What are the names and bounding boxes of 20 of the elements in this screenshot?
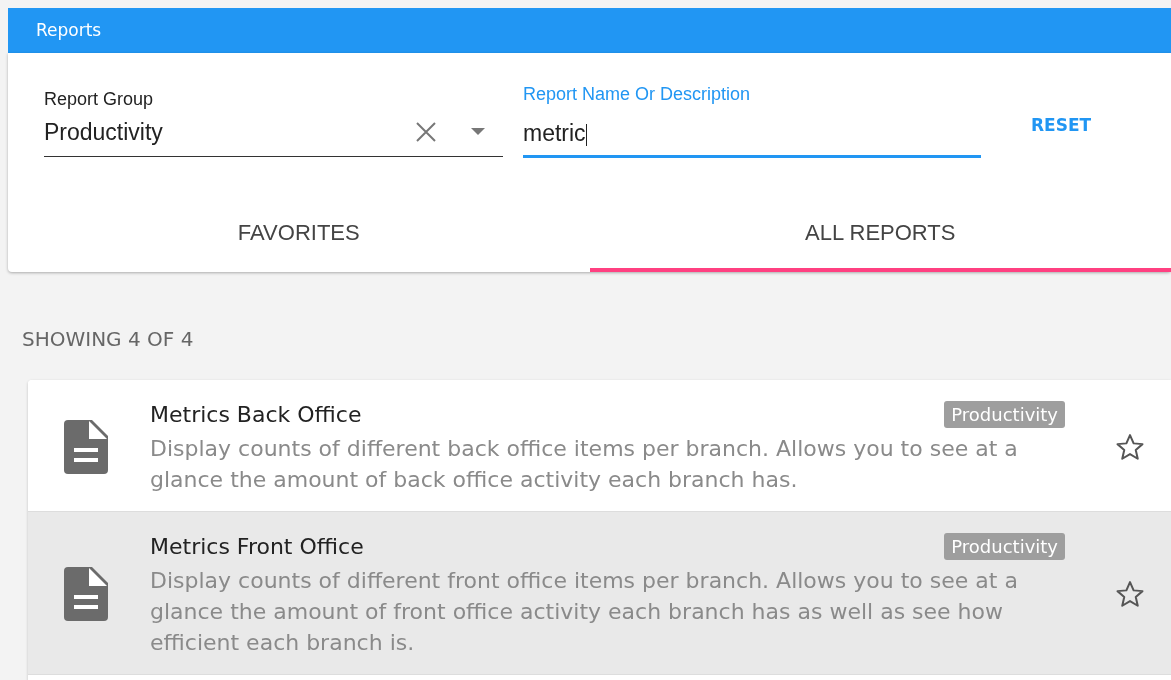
report-title: Metrics Front Office bbox=[150, 533, 364, 561]
tab[interactable]: FAVORITES bbox=[8, 203, 590, 272]
report-row[interactable] bbox=[28, 512, 1171, 675]
dropdown-caret-icon[interactable] bbox=[471, 128, 485, 137]
star-icon[interactable] bbox=[1115, 579, 1145, 609]
star-icon[interactable] bbox=[1115, 431, 1145, 462]
category-tag: Productivity bbox=[944, 401, 1065, 428]
document-icon bbox=[64, 567, 108, 621]
report-description: Display counts of different back office items per branch. Allows you to see at a glance the amount of back office activity each branch has. bbox=[150, 435, 1019, 494]
results-count: SHOWING 4 OF 4 bbox=[22, 327, 194, 351]
document-icon bbox=[64, 419, 108, 474]
report-group-select[interactable]: Report Group Productivity bbox=[44, 86, 503, 157]
tab[interactable]: ALL REPORTS bbox=[589, 203, 1171, 272]
category-tag: Productivity bbox=[944, 533, 1065, 560]
header-title: Reports bbox=[36, 18, 102, 42]
clear-icon[interactable] bbox=[415, 121, 437, 144]
report-description: Display counts of different front office items per branch. Allows you to see at a glance the amount of front office activity each branch has as well as see how efficient each branch is. bbox=[150, 567, 1019, 657]
search-field[interactable]: Report Name Or Description metric bbox=[523, 81, 981, 158]
report-row[interactable]: Metrics Back Office Productivity Display counts of different back office items per branch. Allows you to see at a glance the amount of back office activity each branch has. bbox=[28, 380, 1171, 512]
report-title: Metrics Back Office bbox=[150, 401, 362, 429]
